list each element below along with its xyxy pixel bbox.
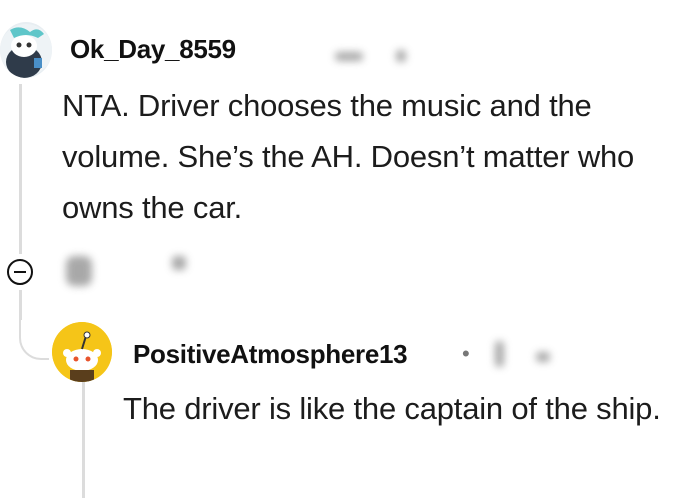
thread-line-reply: [82, 382, 85, 498]
comment-body: NTA. Driver chooses the music and the vo…: [62, 88, 635, 225]
thread-line-lower: [19, 290, 22, 320]
snoo-avatar-icon[interactable]: [52, 322, 112, 382]
thread-elbow: [19, 318, 49, 360]
thread-line-top: [19, 84, 22, 254]
reply-body: The driver is like the captain of the sh…: [123, 391, 661, 426]
user-avatar-icon[interactable]: [0, 22, 52, 78]
vote-blurred-2: [172, 256, 186, 270]
comment-meta-blurred-2: [396, 50, 406, 62]
comment-meta-blurred: [335, 52, 363, 61]
reply-username[interactable]: PositiveAtmosphere13: [133, 339, 408, 370]
meta-separator: •: [462, 341, 470, 366]
comment-username[interactable]: Ok_Day_8559: [70, 34, 236, 65]
collapse-icon[interactable]: [7, 259, 33, 285]
reply-meta-blurred-2: [536, 352, 550, 362]
vote-blurred: [66, 256, 92, 286]
reply-meta-blurred: [495, 341, 504, 367]
